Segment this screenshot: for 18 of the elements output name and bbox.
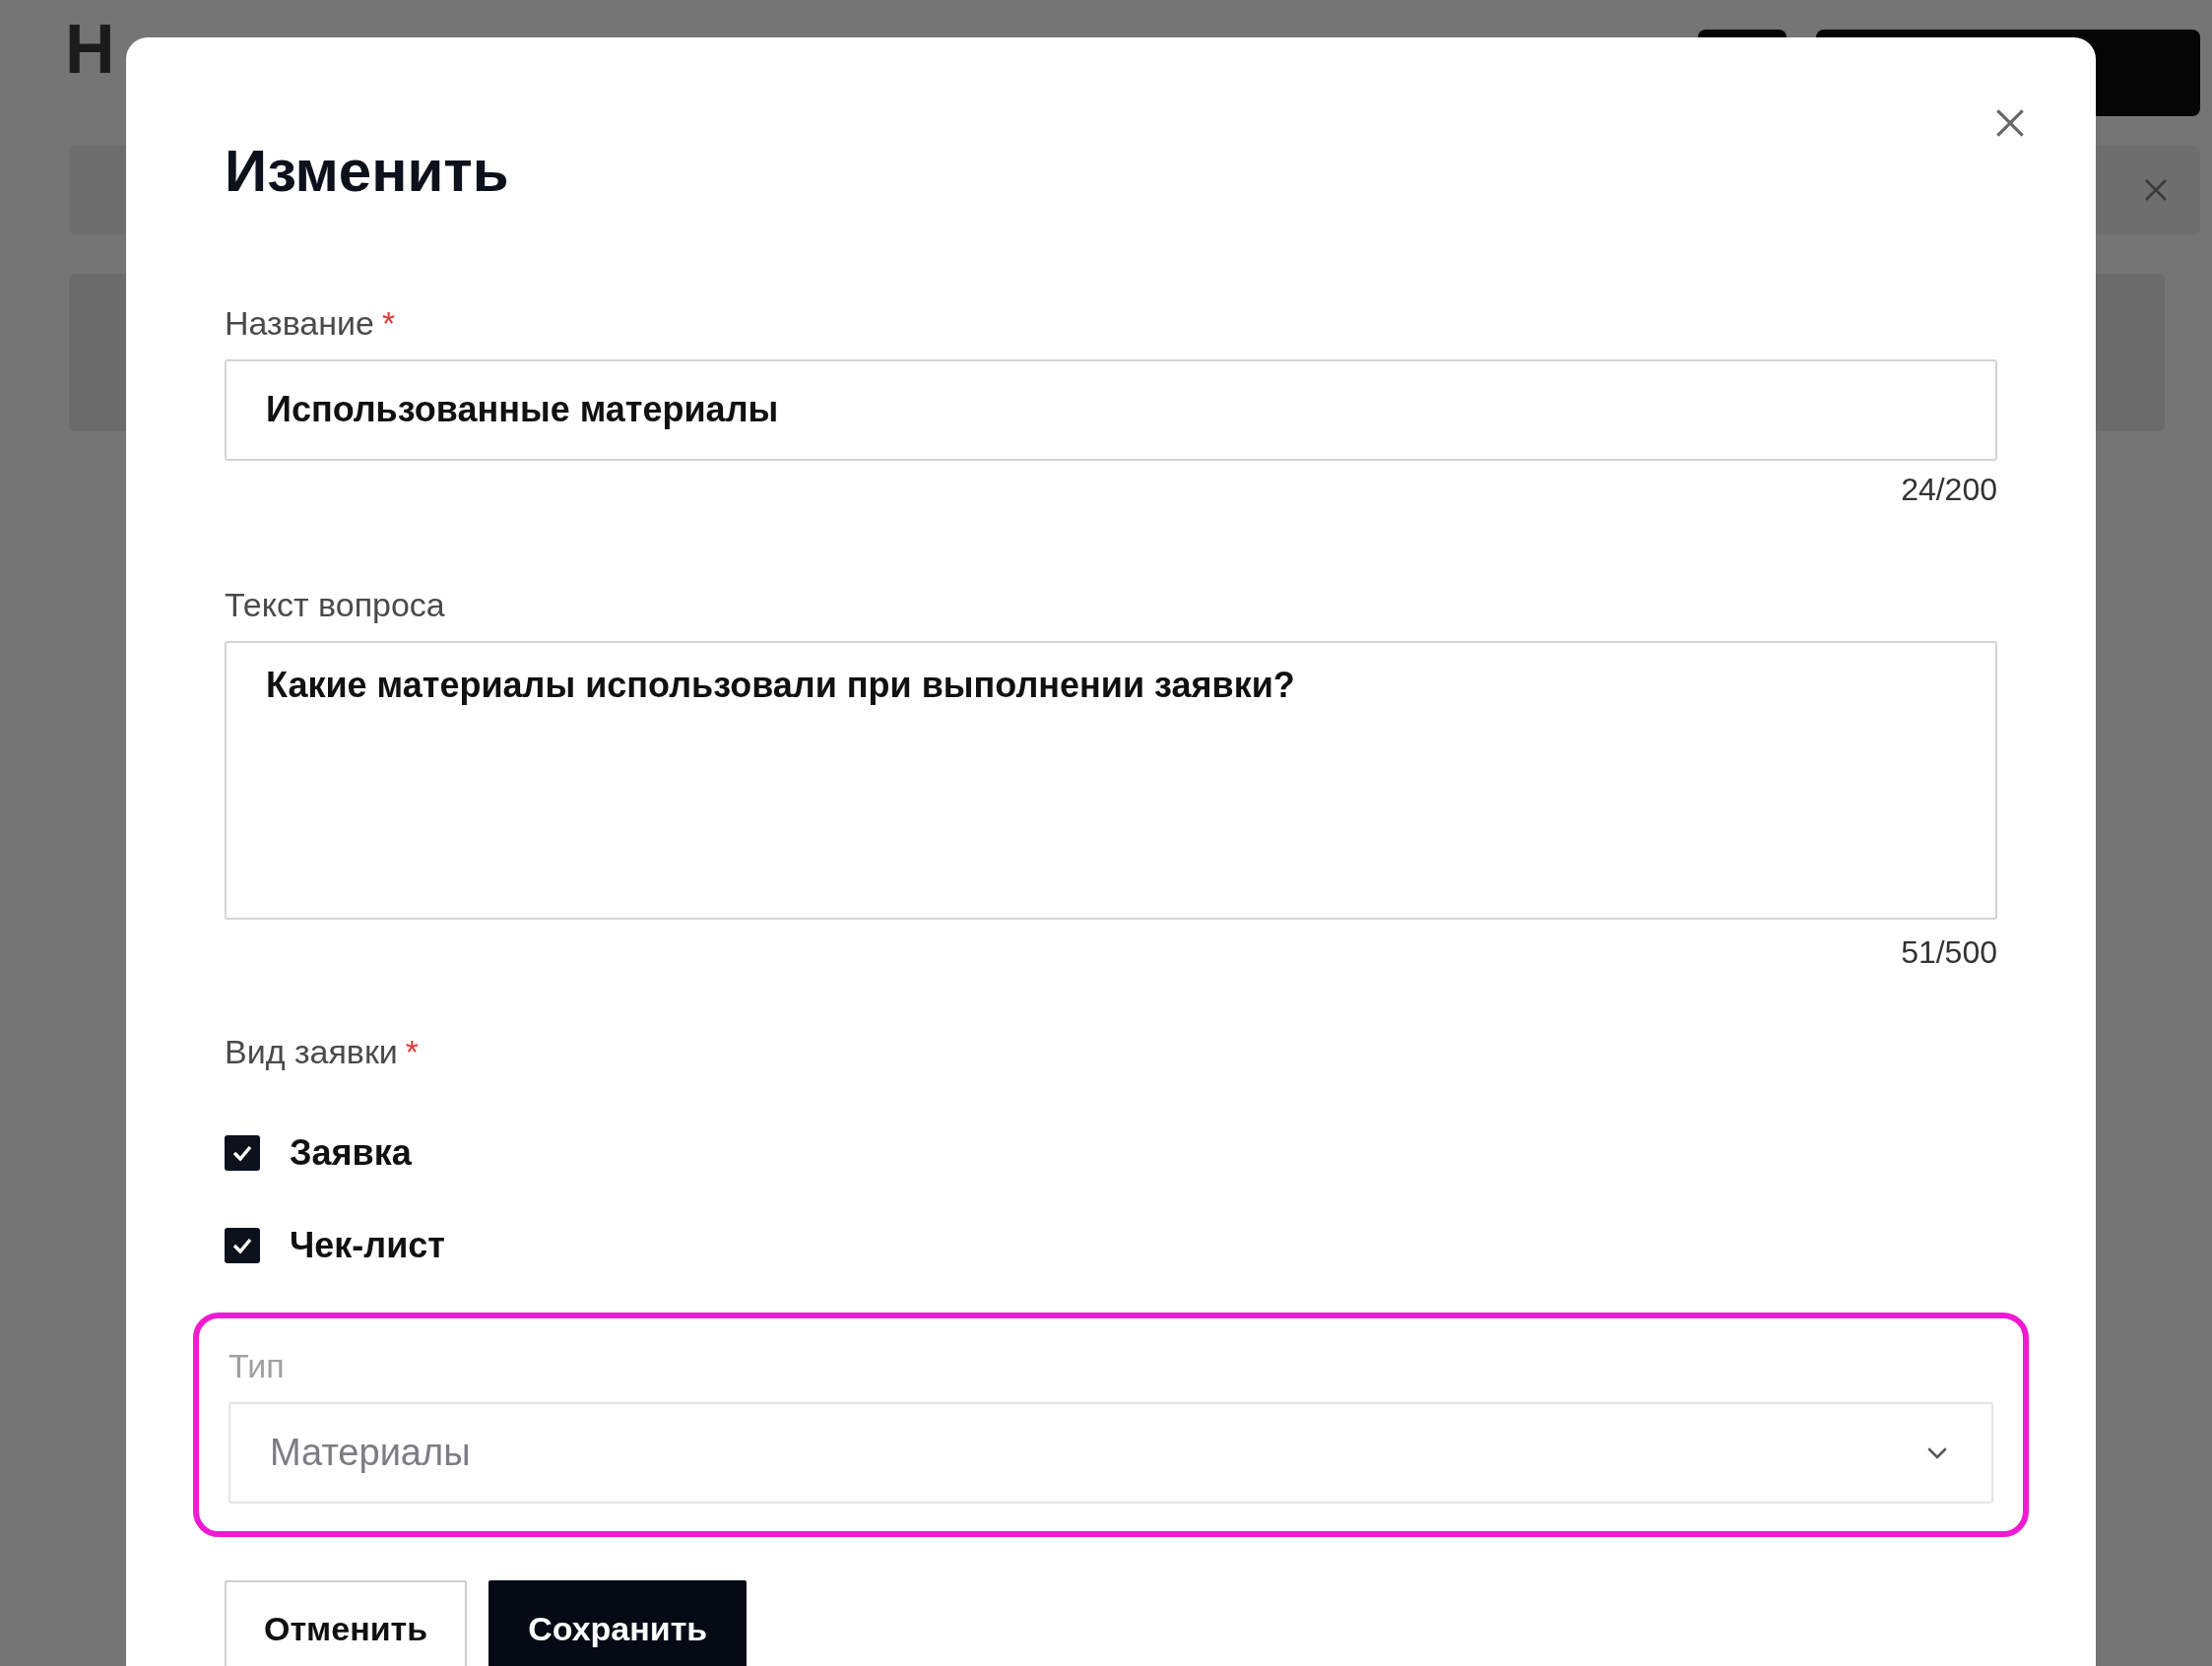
- question-textarea[interactable]: Какие материалы использовали при выполнении заявки?: [225, 641, 1997, 920]
- cancel-button[interactable]: Отменить: [225, 1579, 468, 1666]
- character-counter: 51/500: [1900, 933, 1997, 972]
- dialog-title: Изменить: [225, 137, 510, 206]
- field-label: Вид заявки *: [225, 1032, 421, 1073]
- field-label: Название *: [225, 303, 397, 344]
- checkbox-label: Заявка: [290, 1132, 412, 1175]
- field-label: Тип: [228, 1346, 286, 1386]
- checkbox[interactable]: [225, 1228, 260, 1264]
- character-counter: 24/200: [1900, 470, 1997, 509]
- save-button[interactable]: Сохранить: [488, 1579, 748, 1666]
- checkbox-label: Чек-лист: [290, 1225, 445, 1267]
- name-input[interactable]: Использованные материалы: [225, 358, 1997, 461]
- page-title: Н: [65, 10, 115, 89]
- checkbox[interactable]: [225, 1135, 260, 1172]
- field-label: Текст вопроса: [225, 585, 446, 625]
- required-mark: *: [405, 1033, 420, 1071]
- required-mark: *: [381, 304, 396, 342]
